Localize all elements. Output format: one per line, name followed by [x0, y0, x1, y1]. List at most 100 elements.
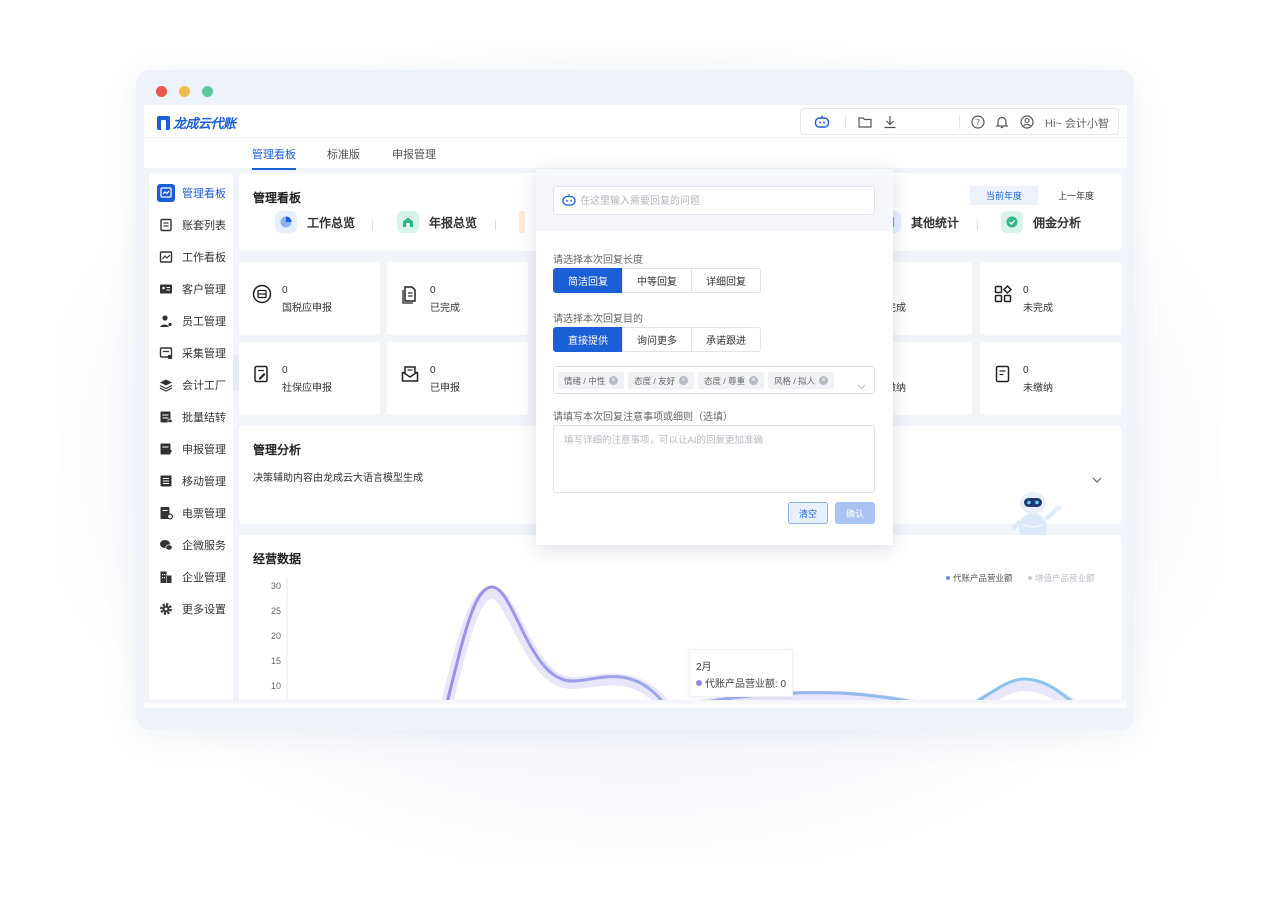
sidebar-item-label: 更多设置	[182, 604, 226, 616]
logo-mark-icon	[157, 115, 170, 130]
tag-style-humanlike[interactable]: 风格 / 拟人 ×	[768, 372, 834, 389]
question-input-box[interactable]	[553, 186, 875, 215]
stat-card-unfinished[interactable]: 0 未完成	[980, 262, 1121, 335]
sidebar-item-customers[interactable]: 客户管理	[149, 277, 233, 301]
ai-reply-popup: 请选择本次回复长度 简洁回复 中等回复 详细回复 请选择本次回复目的 直接提供 …	[536, 169, 893, 545]
stat-card-national-tax[interactable]: 0 国税应申报	[239, 262, 380, 335]
toolbar-divider	[959, 115, 960, 129]
kpi-label: 佣金分析	[1033, 215, 1082, 230]
tag-label: 态度 / 友好	[634, 375, 676, 386]
length-option-detailed[interactable]: 详细回复	[691, 268, 761, 293]
kpi-annual-overview[interactable]: 年报总览	[397, 211, 477, 233]
sidebar-item-factory[interactable]: 会计工厂	[149, 373, 233, 397]
close-dot[interactable]	[156, 86, 167, 97]
length-option-concise[interactable]: 简洁回复	[553, 268, 623, 293]
kpi-commission[interactable]: 佣金分析	[1001, 211, 1081, 233]
sidebar-item-wecom[interactable]: 企微服务	[149, 533, 233, 557]
app-content: 龙成云代账 ? Hi~ 会计小智 管理看板 标准版 申报管理 管理看板 账套列表…	[144, 105, 1127, 708]
invoice-icon	[157, 504, 175, 522]
declare-icon	[157, 440, 175, 458]
kpi-divider	[495, 221, 496, 230]
purpose-option-follow-up[interactable]: 承诺跟进	[691, 327, 761, 352]
download-icon[interactable]	[881, 113, 899, 131]
tab-standard[interactable]: 标准版	[327, 146, 360, 162]
tag-remove-icon[interactable]: ×	[819, 376, 829, 385]
sidebar-item-mobile[interactable]: 移动管理	[149, 469, 233, 493]
tag-remove-icon[interactable]: ×	[679, 376, 689, 385]
person-gear-icon	[157, 312, 175, 330]
stat-value: 0	[430, 285, 436, 296]
sidebar-item-accounts[interactable]: 账套列表	[149, 213, 233, 237]
building-icon	[157, 568, 175, 586]
sidebar-item-label: 账套列表	[182, 220, 226, 232]
confirm-button[interactable]: 确认	[835, 502, 875, 524]
sidebar-item-enterprise[interactable]: 企业管理	[149, 565, 233, 589]
greeting-text[interactable]: Hi~ 会计小智	[1045, 115, 1109, 131]
tone-tags-select[interactable]: 情绪 / 中性 × 态度 / 友好 × 态度 / 尊重 × 风格 / 拟人 ×	[553, 366, 875, 394]
sidebar-item-dashboard[interactable]: 管理看板	[149, 181, 233, 205]
tag-label: 态度 / 尊重	[704, 375, 746, 386]
dashboard-icon	[157, 184, 175, 202]
tag-attitude-friendly[interactable]: 态度 / 友好 ×	[628, 372, 694, 389]
sidebar-item-label: 会计工厂	[182, 380, 226, 392]
stat-card-completed[interactable]: 0 已完成	[387, 262, 528, 335]
year-last-toggle[interactable]: 上一年度	[1042, 186, 1110, 205]
sidebar-item-batch[interactable]: 批量结转	[149, 405, 233, 429]
sidebar-item-staff[interactable]: 员工管理	[149, 309, 233, 333]
wechat-icon	[157, 536, 175, 554]
kpi-label: 其他统计	[911, 215, 960, 230]
tax-circle-icon	[252, 284, 272, 304]
notes-textarea[interactable]	[554, 426, 874, 492]
note-icon	[993, 364, 1013, 384]
user-icon[interactable]	[1018, 113, 1036, 131]
chevron-down-icon[interactable]	[857, 377, 866, 395]
stat-label: 已完成	[430, 303, 460, 314]
overview-title: 管理看板	[253, 191, 302, 205]
purpose-option-ask-more[interactable]: 询问更多	[622, 327, 692, 352]
sidebar-item-collect[interactable]: 采集管理	[149, 341, 233, 365]
sidebar-item-label: 移动管理	[182, 476, 226, 488]
tag-attitude-respect[interactable]: 态度 / 尊重 ×	[698, 372, 764, 389]
question-input[interactable]	[580, 193, 860, 209]
length-option-medium[interactable]: 中等回复	[622, 268, 692, 293]
sidebar-item-einvoice[interactable]: 电票管理	[149, 501, 233, 525]
purpose-option-direct[interactable]: 直接提供	[553, 327, 623, 352]
collect-icon	[157, 344, 175, 362]
list-icon	[157, 472, 175, 490]
sidebar-item-settings[interactable]: 更多设置	[149, 597, 233, 621]
sidebar-item-workboard[interactable]: 工作看板	[149, 245, 233, 269]
folder-icon[interactable]	[856, 113, 874, 131]
stat-card-unpaid[interactable]: 0 未缴纳	[980, 342, 1121, 415]
stat-card-declared[interactable]: 0 已申报	[387, 342, 528, 415]
sidebar-item-declare[interactable]: 申报管理	[149, 437, 233, 461]
minimize-dot[interactable]	[179, 86, 190, 97]
pie-chart-icon	[275, 211, 297, 233]
stat-value: 0	[430, 365, 436, 376]
year-current-toggle[interactable]: 当前年度	[970, 186, 1038, 205]
tag-label: 情绪 / 中性	[564, 375, 606, 386]
edit-document-icon	[252, 364, 272, 384]
kpi-work-overview[interactable]: 工作总览	[275, 211, 355, 233]
stat-card-social-security[interactable]: 0 社保应申报	[239, 342, 380, 415]
tooltip-dot	[696, 679, 702, 686]
brand-logo[interactable]: 龙成云代账	[157, 113, 236, 132]
help-icon[interactable]: ?	[969, 113, 987, 131]
tag-emotion-neutral[interactable]: 情绪 / 中性 ×	[558, 372, 624, 389]
settings-icon	[157, 600, 175, 618]
tag-remove-icon[interactable]: ×	[609, 376, 619, 385]
expand-chevron-icon[interactable]	[1092, 470, 1102, 488]
clear-button[interactable]: 清空	[788, 502, 828, 524]
toolbar: ? Hi~ 会计小智	[800, 108, 1119, 135]
sidebar-item-label: 企微服务	[182, 540, 226, 552]
maximize-dot[interactable]	[202, 86, 213, 97]
bell-icon[interactable]	[993, 113, 1011, 131]
popup-search-area	[536, 169, 893, 231]
sidebar-item-label: 采集管理	[182, 348, 226, 360]
robot-chat-icon[interactable]	[813, 113, 831, 131]
tab-declare[interactable]: 申报管理	[392, 146, 436, 162]
notes-label: 请填写本次回复注意事项或细则（选填）	[553, 412, 733, 423]
tag-remove-icon[interactable]: ×	[749, 376, 759, 385]
tab-dashboard[interactable]: 管理看板	[252, 146, 296, 170]
notes-textarea-box[interactable]	[553, 425, 875, 493]
batch-icon	[157, 408, 175, 426]
